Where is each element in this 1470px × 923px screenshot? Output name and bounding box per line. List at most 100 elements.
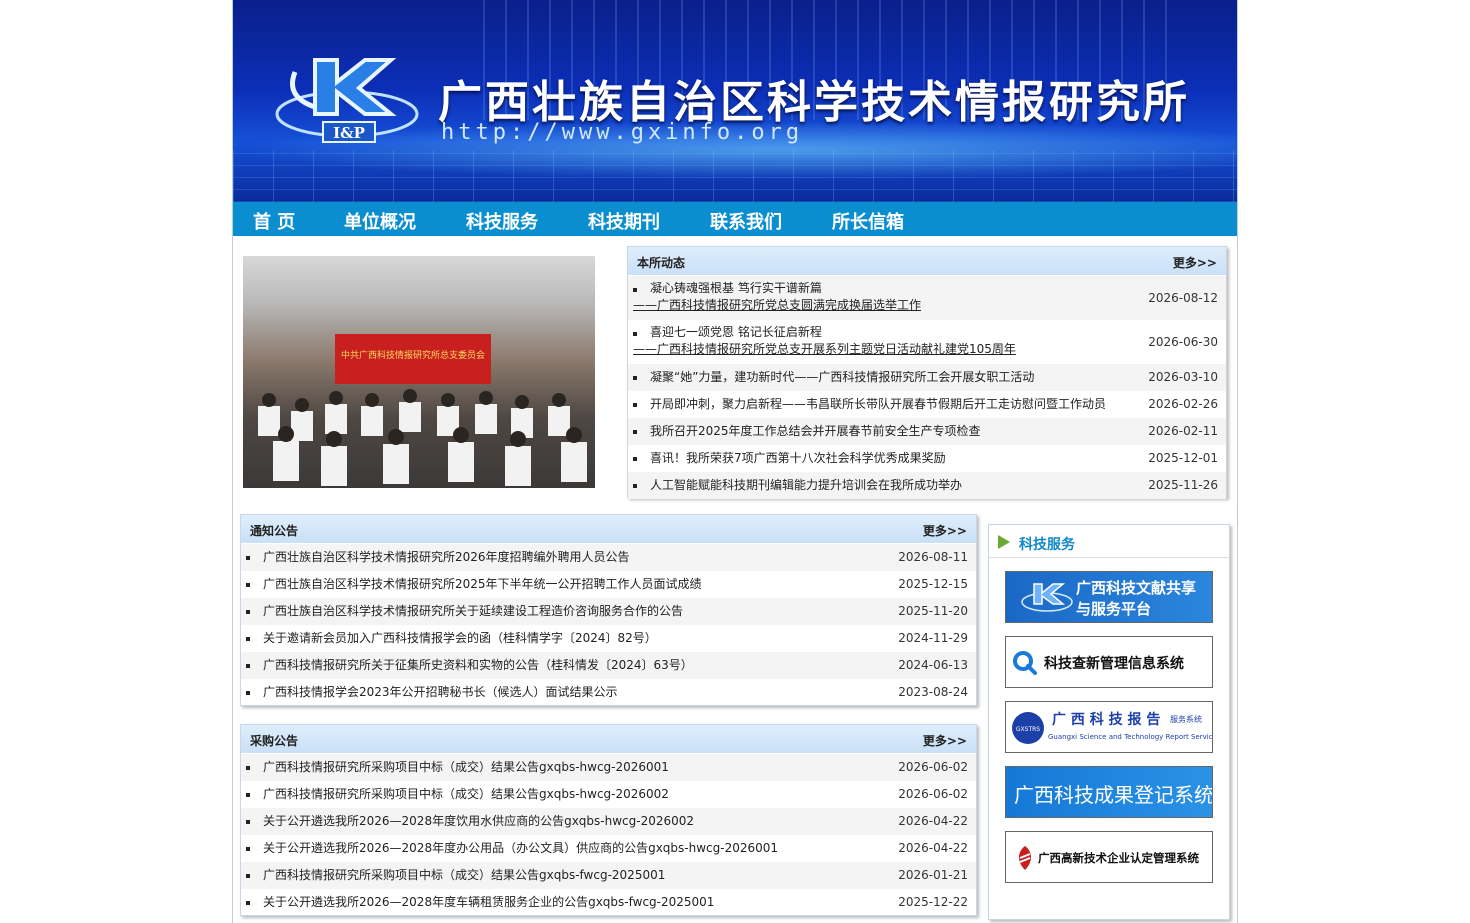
search-icon xyxy=(1013,651,1037,675)
procurement-link[interactable]: 关于公开遴选我所2026—2028年度车辆租赁服务企业的公告gxqbs-fwcg… xyxy=(263,889,714,916)
procurement-date: 2026-06-02 xyxy=(898,787,968,801)
services-panel-title: 科技服务 xyxy=(1019,537,1075,553)
news-date: 2026-06-30 xyxy=(1148,335,1218,349)
svg-text:I&P: I&P xyxy=(333,124,365,142)
list-item: 凝心铸魂强根基 笃行实干谱新篇 ——广西科技情报研究所党总支圆满完成换届选举工作… xyxy=(628,276,1226,320)
gxstrs-badge-icon: GXSTRS xyxy=(1012,712,1044,744)
nav-item-about[interactable]: 单位概况 xyxy=(344,208,416,234)
procurement-date: 2025-12-22 xyxy=(898,895,968,909)
news-link[interactable]: 我所召开2025年度工作总结会并开展春节前安全生产专项检查 xyxy=(650,418,981,445)
procurement-date: 2026-06-02 xyxy=(898,760,968,774)
svg-text:GXSTRS: GXSTRS xyxy=(1016,726,1040,733)
notice-link[interactable]: 广西壮族自治区科学技术情报研究所关于延续建设工程造价咨询服务合作的公告 xyxy=(263,598,683,625)
list-item: 广西壮族自治区科学技术情报研究所关于延续建设工程造价咨询服务合作的公告 2025… xyxy=(241,598,976,625)
news-link[interactable]: 凝心铸魂强根基 笃行实干谱新篇 xyxy=(650,280,822,297)
procurement-panel-header: 采购公告 更多>> xyxy=(241,725,976,754)
news-more-link[interactable]: 更多>> xyxy=(1173,254,1217,271)
list-item: 广西科技情报研究所关于征集所史资料和实物的公告（桂科情发〔2024〕63号） 2… xyxy=(241,652,976,679)
notices-panel-header: 通知公告 更多>> xyxy=(241,515,976,544)
list-item: 关于公开遴选我所2026—2028年度饮用水供应商的公告gxqbs-hwcg-2… xyxy=(241,808,976,835)
list-item: 广西科技情报研究所采购项目中标（成交）结果公告gxqbs-fwcg-202500… xyxy=(241,862,976,889)
news-panel-title: 本所动态 xyxy=(637,256,686,270)
procurement-link[interactable]: 广西科技情报研究所采购项目中标（成交）结果公告gxqbs-hwcg-202600… xyxy=(263,754,669,781)
notice-link[interactable]: 广西壮族自治区科学技术情报研究所2025年下半年统一公开招聘工作人员面试成绩 xyxy=(263,571,702,598)
hightech-logo-icon xyxy=(1019,846,1031,870)
site-banner: I&P 广西壮族自治区科学技术情报研究所 http://www.gxinfo.o… xyxy=(233,0,1237,202)
procurement-link[interactable]: 广西科技情报研究所采购项目中标（成交）结果公告gxqbs-hwcg-202600… xyxy=(263,781,669,808)
institute-logo: I&P xyxy=(275,58,419,143)
news-date: 2026-02-26 xyxy=(1148,397,1218,411)
list-item: 我所召开2025年度工作总结会并开展春节前安全生产专项检查 2026-02-11 xyxy=(628,418,1226,445)
news-panel-header: 本所动态 更多>> xyxy=(628,247,1226,276)
list-item: 喜迎七一颂党恩 铭记长征启新程 ——广西科技情报研究所党总支开展系列主题党日活动… xyxy=(628,320,1226,364)
page-container: I&P 广西壮族自治区科学技术情报研究所 http://www.gxinfo.o… xyxy=(232,0,1238,923)
procurement-panel-title: 采购公告 xyxy=(250,734,299,748)
list-item: 广西壮族自治区科学技术情报研究所2025年下半年统一公开招聘工作人员面试成绩 2… xyxy=(241,571,976,598)
service-card-tech-report[interactable]: GXSTRS 广 西 科 技 报 告 服务系统 Guangxi Science … xyxy=(1005,701,1213,753)
service-card-literature-platform[interactable]: 广西科技文献共享 与服务平台 xyxy=(1005,571,1213,623)
site-url: http://www.gxinfo.org xyxy=(441,120,804,145)
news-date: 2026-03-10 xyxy=(1148,370,1218,384)
news-panel: 本所动态 更多>> 凝心铸魂强根基 笃行实干谱新篇 ——广西科技情报研究所党总支… xyxy=(627,246,1227,499)
news-link[interactable]: 开局即冲刺，聚力启新程——韦昌联所长带队开展春节假期后开工走访慰问暨工作动员 xyxy=(650,391,1106,418)
notice-link[interactable]: 广西科技情报学会2023年公开招聘秘书长（候选人）面试结果公示 xyxy=(263,679,618,706)
news-link[interactable]: 人工智能赋能科技期刊编辑能力提升培训会在我所成功举办 xyxy=(650,472,962,499)
notice-date: 2026-08-11 xyxy=(898,550,968,564)
nav-item-contact[interactable]: 联系我们 xyxy=(710,208,782,234)
news-date: 2026-02-11 xyxy=(1148,424,1218,438)
list-item: 开局即冲刺，聚力启新程——韦昌联所长带队开展春节假期后开工走访慰问暨工作动员 2… xyxy=(628,391,1226,418)
notices-more-link[interactable]: 更多>> xyxy=(923,522,967,539)
list-item: 广西科技情报学会2023年公开招聘秘书长（候选人）面试结果公示 2023-08-… xyxy=(241,679,976,706)
notice-date: 2025-12-15 xyxy=(898,577,968,591)
play-triangle-icon xyxy=(998,535,1010,549)
nav-item-home[interactable]: 首 页 xyxy=(253,208,295,234)
notices-panel-title: 通知公告 xyxy=(250,524,299,538)
list-item: 喜讯！我所荣获7项广西第十八次社会科学优秀成果奖励 2025-12-01 xyxy=(628,445,1226,472)
news-photo[interactable]: 中共广西科技情报研究所总支委员会 xyxy=(243,256,595,488)
nav-item-mailbox[interactable]: 所长信箱 xyxy=(832,208,904,234)
service-card-hightech-certification[interactable]: 广西高新技术企业认定管理系统 xyxy=(1005,831,1213,883)
list-item: 广西科技情报研究所采购项目中标（成交）结果公告gxqbs-hwcg-202600… xyxy=(241,781,976,808)
news-date: 2025-12-01 xyxy=(1148,451,1218,465)
notice-date: 2024-06-13 xyxy=(898,658,968,672)
notice-date: 2025-11-20 xyxy=(898,604,968,618)
news-link-subtitle[interactable]: ——广西科技情报研究所党总支圆满完成换届选举工作 xyxy=(633,297,921,314)
news-date: 2026-08-12 xyxy=(1148,291,1218,305)
services-panel: 科技服务 广西科技文献共享 与服务平台 科技查新管理信息系统 GXSTRS 广 … xyxy=(988,524,1230,920)
procurement-date: 2026-01-21 xyxy=(898,868,968,882)
procurement-date: 2026-04-22 xyxy=(898,814,968,828)
photo-crowd xyxy=(258,389,587,486)
notice-link[interactable]: 广西科技情报研究所关于征集所史资料和实物的公告（桂科情发〔2024〕63号） xyxy=(263,652,693,679)
notice-link[interactable]: 关于邀请新会员加入广西科技情报学会的函（桂科情学字〔2024〕82号） xyxy=(263,625,657,652)
procurement-link[interactable]: 广西科技情报研究所采购项目中标（成交）结果公告gxqbs-fwcg-202500… xyxy=(263,862,665,889)
procurement-date: 2026-04-22 xyxy=(898,841,968,855)
notice-link[interactable]: 广西壮族自治区科学技术情报研究所2026年度招聘编外聘用人员公告 xyxy=(263,544,630,571)
notice-date: 2023-08-24 xyxy=(898,685,968,699)
list-item: 关于公开遴选我所2026—2028年度办公用品（办公文具）供应商的公告gxqbs… xyxy=(241,835,976,862)
service-card-achievements[interactable]: 广西科技成果登记系统 xyxy=(1005,766,1213,818)
notice-date: 2024-11-29 xyxy=(898,631,968,645)
list-item: 关于邀请新会员加入广西科技情报学会的函（桂科情学字〔2024〕82号） 2024… xyxy=(241,625,976,652)
news-list: 凝心铸魂强根基 笃行实干谱新篇 ——广西科技情报研究所党总支圆满完成换届选举工作… xyxy=(628,276,1226,499)
services-panel-header: 科技服务 xyxy=(989,525,1229,558)
procurement-list: 广西科技情报研究所采购项目中标（成交）结果公告gxqbs-hwcg-202600… xyxy=(241,754,976,916)
list-item: 广西科技情报研究所采购项目中标（成交）结果公告gxqbs-hwcg-202600… xyxy=(241,754,976,781)
service-card-novelty-search[interactable]: 科技查新管理信息系统 xyxy=(1005,636,1213,688)
news-link-subtitle[interactable]: ——广西科技情报研究所党总支开展系列主题党日活动献礼建党105周年 xyxy=(633,341,1016,358)
main-nav: 首 页 单位概况 科技服务 科技期刊 联系我们 所长信箱 xyxy=(233,202,1237,236)
procurement-link[interactable]: 关于公开遴选我所2026—2028年度办公用品（办公文具）供应商的公告gxqbs… xyxy=(263,835,778,862)
list-item: 广西壮族自治区科学技术情报研究所2026年度招聘编外聘用人员公告 2026-08… xyxy=(241,544,976,571)
nav-item-services[interactable]: 科技服务 xyxy=(466,208,538,234)
list-item: 凝聚“她”力量，建功新时代——广西科技情报研究所工会开展女职工活动 2026-0… xyxy=(628,364,1226,391)
institute-logo-icon xyxy=(1021,583,1073,612)
news-link[interactable]: 喜迎七一颂党恩 铭记长征启新程 xyxy=(650,324,822,341)
news-link[interactable]: 喜讯！我所荣获7项广西第十八次社会科学优秀成果奖励 xyxy=(650,445,946,472)
notices-panel: 通知公告 更多>> 广西壮族自治区科学技术情报研究所2026年度招聘编外聘用人员… xyxy=(240,514,977,706)
procurement-more-link[interactable]: 更多>> xyxy=(923,732,967,749)
news-date: 2025-11-26 xyxy=(1148,478,1218,492)
procurement-link[interactable]: 关于公开遴选我所2026—2028年度饮用水供应商的公告gxqbs-hwcg-2… xyxy=(263,808,694,835)
nav-item-journals[interactable]: 科技期刊 xyxy=(588,208,660,234)
list-item: 人工智能赋能科技期刊编辑能力提升培训会在我所成功举办 2025-11-26 xyxy=(628,472,1226,499)
news-link[interactable]: 凝聚“她”力量，建功新时代——广西科技情报研究所工会开展女职工活动 xyxy=(650,364,1034,391)
procurement-panel: 采购公告 更多>> 广西科技情报研究所采购项目中标（成交）结果公告gxqbs-h… xyxy=(240,724,977,916)
